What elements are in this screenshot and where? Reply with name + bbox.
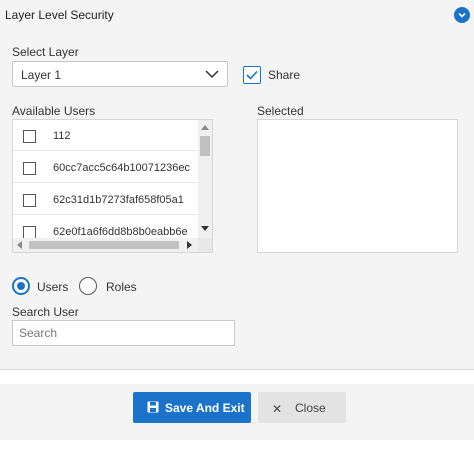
user-id: 112 [53,130,71,142]
checkmark-icon [246,70,258,80]
close-button[interactable]: ✕ Close [258,392,346,423]
layer-select[interactable]: Layer 1 [12,61,228,87]
selected-users-list[interactable] [257,119,458,253]
layer-security-panel: Layer Level Security Select Layer Layer … [0,0,474,370]
available-users-list[interactable]: 112 60cc7acc5c64b10071236ec 62c31d1b7273… [12,119,213,253]
chevron-down-icon [205,68,219,83]
available-users-label: Available Users [12,104,96,118]
save-and-exit-button[interactable]: Save And Exit [133,392,251,423]
search-input[interactable] [12,320,235,346]
scrollbar-corner [198,238,212,252]
user-checkbox[interactable] [23,130,36,143]
select-layer-label: Select Layer [12,45,79,59]
dialog-footer: Save And Exit ✕ Close [0,384,474,440]
user-checkbox[interactable] [23,162,36,175]
user-id: 62e0f1a6f6dd8b8b0eabb6e [53,226,188,238]
users-radio[interactable] [12,277,30,295]
list-item[interactable]: 60cc7acc5c64b10071236ec [13,152,199,183]
scroll-up-icon[interactable] [201,125,209,130]
list-item[interactable]: 62c31d1b7273faf658f05a1 [13,184,199,215]
selected-label: Selected [257,104,304,118]
vertical-scroll-thumb[interactable] [200,136,210,156]
user-id: 60cc7acc5c64b10071236ec [53,162,191,174]
scroll-left-icon[interactable] [17,241,22,249]
share-label: Share [268,68,301,82]
close-label: Close [295,401,326,415]
user-checkbox[interactable] [23,194,36,207]
list-item[interactable]: 112 [13,120,199,151]
layer-select-value: Layer 1 [21,68,62,82]
horizontal-scrollbar[interactable] [13,238,212,252]
search-user-label: Search User [12,305,79,319]
scroll-down-icon[interactable] [201,226,209,231]
users-radio-label: Users [37,280,69,294]
horizontal-scroll-thumb[interactable] [29,241,179,249]
save-icon [147,401,159,416]
share-checkbox[interactable] [243,66,261,84]
user-id: 62c31d1b7273faf658f05a1 [53,194,184,206]
roles-radio-label: Roles [106,280,137,294]
panel-title: Layer Level Security [5,8,114,22]
panel-header[interactable]: Layer Level Security [0,0,474,30]
close-icon: ✕ [272,402,283,416]
roles-radio[interactable] [79,277,97,295]
collapse-chevron-icon[interactable] [454,7,470,23]
scroll-right-icon[interactable] [187,241,192,249]
vertical-scrollbar[interactable] [198,120,212,238]
save-and-exit-label: Save And Exit [165,401,245,415]
